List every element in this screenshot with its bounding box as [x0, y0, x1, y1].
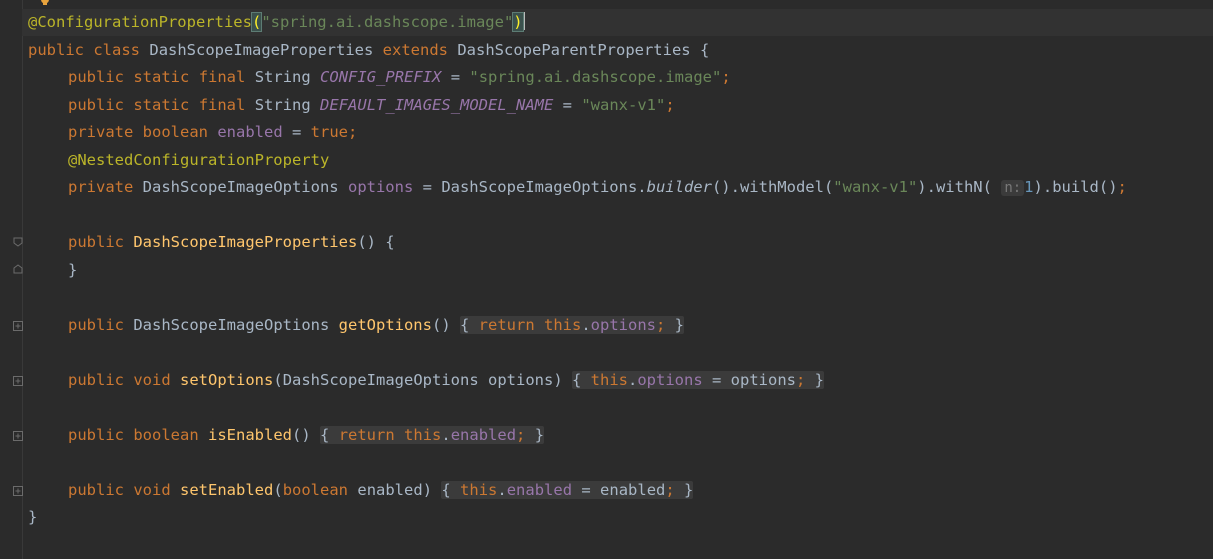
field-token: enabled [506, 481, 573, 499]
keyword-token: return [478, 316, 535, 334]
annotation-token: @ConfigurationProperties [28, 13, 252, 31]
keyword-token: public [68, 316, 124, 334]
annotation-token: @NestedConfigurationProperty [68, 151, 330, 169]
type-token: DashScopeImageOptions [441, 178, 638, 196]
code-line-set-enabled[interactable]: public void setEnabled(boolean enabled) … [28, 477, 694, 504]
field-token: options [637, 371, 703, 389]
keyword-token: this [404, 426, 442, 444]
type-token: DashScopeImageOptions [282, 371, 479, 389]
keyword-token: final [198, 96, 246, 114]
keyword-token: public [68, 233, 124, 251]
folded-body[interactable]: { return this.enabled; } [320, 426, 545, 444]
keyword-token: public [28, 41, 84, 59]
folded-body[interactable]: { return this.options; } [459, 316, 685, 334]
string-token: "spring.ai.dashscope.image" [261, 13, 514, 31]
keyword-token: boolean [142, 123, 208, 141]
keyword-token: private [68, 178, 134, 196]
field-token: options [590, 316, 656, 334]
keyword-token: this [460, 481, 498, 499]
keyword-token: void [133, 481, 171, 499]
folded-body[interactable]: { this.options = options; } [572, 371, 825, 389]
field-token: enabled [217, 123, 283, 141]
string-token: "spring.ai.dashscope.image" [469, 68, 722, 86]
method-call-token: builder [646, 178, 712, 196]
parameter-token: options [730, 371, 796, 389]
code-area[interactable]: @ConfigurationProperties("spring.ai.dash… [22, 0, 1213, 559]
constant-token: CONFIG_PREFIX [320, 68, 442, 86]
keyword-token: static [133, 68, 190, 86]
keyword-token: public [68, 426, 124, 444]
code-line-constructor[interactable]: public DashScopeImageProperties() { [28, 229, 395, 256]
keyword-token: public [68, 96, 124, 114]
parameter-token: enabled [357, 481, 423, 499]
expand-fold-icon[interactable] [13, 321, 23, 331]
code-line-annotation[interactable]: @ConfigurationProperties("spring.ai.dash… [22, 9, 1213, 36]
type-token: String [254, 68, 311, 86]
code-line-options-field[interactable]: private DashScopeImageOptions options = … [28, 174, 1127, 201]
code-editor[interactable]: @ConfigurationProperties("spring.ai.dash… [0, 0, 1213, 559]
method-name-token: isEnabled [208, 426, 293, 444]
code-line-is-enabled[interactable]: public boolean isEnabled() { return this… [28, 422, 545, 449]
class-name-token: DashScopeImageProperties [149, 41, 374, 59]
code-line-get-options[interactable]: public DashScopeImageOptions getOptions(… [28, 312, 685, 339]
keyword-token: true [310, 123, 348, 141]
type-token: String [254, 96, 311, 114]
keyword-token: void [133, 371, 171, 389]
code-line-default-model[interactable]: public static final String DEFAULT_IMAGE… [28, 92, 675, 119]
code-line-class-declaration[interactable]: public class DashScopeImageProperties ex… [28, 37, 709, 64]
method-name-token: DashScopeImageProperties [133, 233, 358, 251]
code-line-nested-annotation[interactable]: @NestedConfigurationProperty [28, 147, 329, 174]
type-token: DashScopeImageOptions [133, 316, 330, 334]
editor-gutter[interactable] [0, 0, 23, 559]
keyword-token: private [68, 123, 134, 141]
string-token: "wanx-v1" [581, 96, 666, 114]
method-name-token: setOptions [180, 371, 274, 389]
constant-token: DEFAULT_IMAGES_MODEL_NAME [320, 96, 554, 114]
field-token: enabled [450, 426, 517, 444]
code-line-set-options[interactable]: public void setOptions(DashScopeImageOpt… [28, 367, 825, 394]
expand-fold-icon[interactable] [13, 431, 23, 441]
keyword-token: return [338, 426, 395, 444]
keyword-token: final [198, 68, 246, 86]
keyword-token: this [544, 316, 582, 334]
type-token: DashScopeImageOptions [142, 178, 339, 196]
string-token: "wanx-v1" [833, 178, 918, 196]
parameter-token: enabled [600, 481, 666, 499]
expand-fold-icon[interactable] [13, 376, 23, 386]
parameter-hint: n: [1001, 180, 1025, 196]
class-name-token: DashScopeParentProperties [457, 41, 691, 59]
method-name-token: setEnabled [180, 481, 274, 499]
number-token: 1 [1024, 178, 1034, 196]
keyword-token: class [93, 41, 141, 59]
expand-fold-icon[interactable] [13, 486, 23, 496]
code-line-class-end[interactable]: } [28, 504, 37, 531]
keyword-token: extends [382, 41, 448, 59]
code-line-config-prefix[interactable]: public static final String CONFIG_PREFIX… [28, 64, 731, 91]
method-call-token: build [1052, 178, 1099, 196]
paren-open: ( [250, 12, 263, 32]
parameter-token: options [488, 371, 554, 389]
keyword-token: public [68, 481, 124, 499]
code-line-constructor-end[interactable]: } [28, 257, 77, 284]
fold-end-icon[interactable] [13, 264, 23, 274]
keyword-token: boolean [133, 426, 199, 444]
keyword-token: boolean [282, 481, 349, 499]
keyword-token: public [68, 371, 124, 389]
keyword-token: this [590, 371, 628, 389]
method-call-token: withN [935, 178, 983, 196]
keyword-token: public [68, 68, 124, 86]
text-caret [522, 12, 525, 30]
method-call-token: withModel [739, 178, 824, 196]
field-token: options [347, 178, 414, 196]
code-line-enabled-field[interactable]: private boolean enabled = true; [28, 119, 357, 146]
fold-start-icon[interactable] [13, 237, 23, 247]
paren-close: ) [512, 12, 524, 32]
folded-body[interactable]: { this.enabled = enabled; } [441, 481, 694, 499]
method-name-token: getOptions [338, 316, 432, 334]
keyword-token: static [133, 96, 190, 114]
